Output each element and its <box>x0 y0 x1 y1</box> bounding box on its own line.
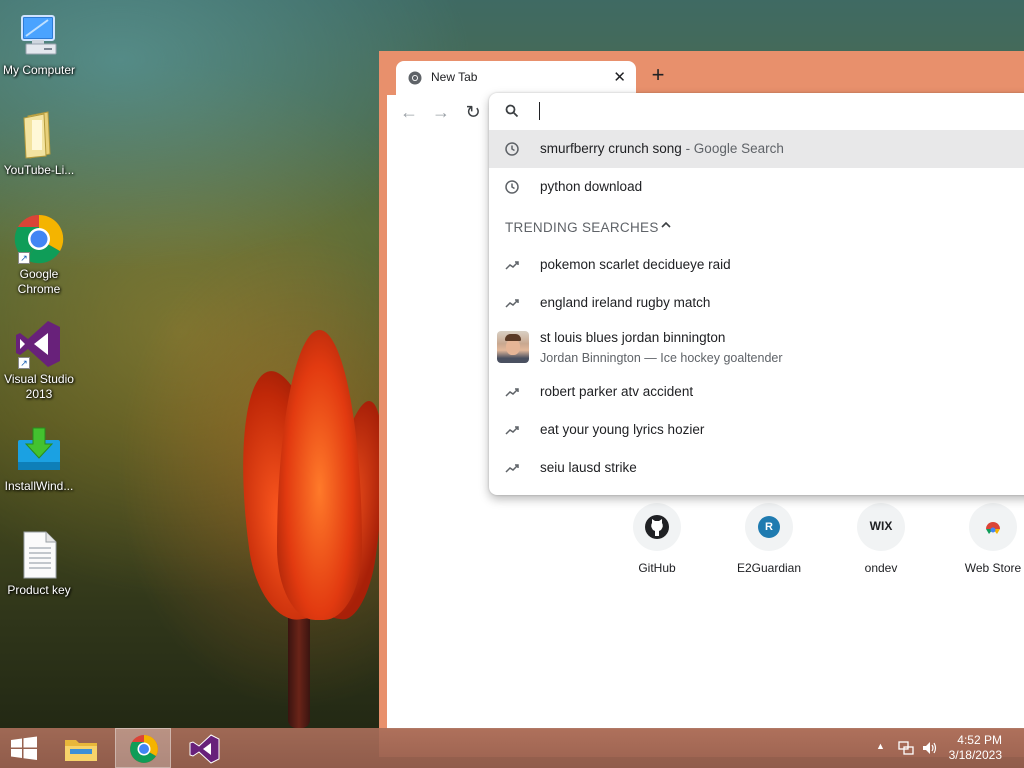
tab-new-tab[interactable]: New Tab ✕ <box>396 61 636 95</box>
forward-button[interactable]: → <box>431 103 451 121</box>
chrome-icon <box>116 735 172 768</box>
shortcut-web-store[interactable]: Web Store <box>943 503 1024 575</box>
suggestion-query: smurfberry crunch song <box>540 141 682 156</box>
suggestion-query: pokemon scarlet decidueye raid <box>540 257 731 272</box>
close-tab-icon[interactable]: ✕ <box>613 68 626 86</box>
desktop-icon-label: Visual Studio 2013 <box>4 372 74 401</box>
shortcut-label: E2Guardian <box>736 561 802 575</box>
tab-title: New Tab <box>431 70 478 84</box>
shortcut-arrow-icon: ↗ <box>18 252 30 264</box>
desktop-icon-label: Product key <box>7 583 71 597</box>
trending-searches-header: TRENDING SEARCHES <box>505 220 659 235</box>
file-explorer-icon <box>56 740 112 768</box>
reload-button[interactable]: ↻ <box>463 103 483 121</box>
shortcut-github[interactable]: GitHub <box>607 503 707 575</box>
back-button[interactable]: ← <box>399 103 419 121</box>
omnibox-history-suggestion[interactable]: python download <box>489 168 1024 206</box>
trending-entity-suggestion[interactable]: st louis blues jordan binnington Jordan … <box>489 325 1024 371</box>
network-icon[interactable] <box>898 740 914 768</box>
history-clock-icon <box>505 180 519 197</box>
shortcut-label: ondev <box>864 561 898 575</box>
entity-thumbnail <box>497 331 529 363</box>
history-clock-icon <box>505 142 519 159</box>
chevron-up-icon[interactable] <box>659 218 673 237</box>
desktop-icon-youtube-folder[interactable]: YouTube-Li... <box>0 110 81 178</box>
visual-studio-icon <box>177 734 233 768</box>
desktop-icon-install-windows[interactable]: InstallWind... <box>0 426 81 494</box>
shortcut-e2guardian[interactable]: R E2Guardian <box>719 503 819 575</box>
taskbar: ▲ 4:52 PM 3/18/2023 <box>0 728 1024 768</box>
omnibox-history-suggestion[interactable]: smurfberry crunch song - Google Search <box>489 130 1024 168</box>
shortcut-ondev[interactable]: WIX ondev <box>831 503 931 575</box>
text-file-icon <box>14 530 64 580</box>
download-icon <box>14 426 64 476</box>
trending-arrow-icon <box>505 296 519 313</box>
chrome-favicon-icon <box>408 71 422 85</box>
trending-suggestion[interactable]: pokemon scarlet decidueye raid <box>489 246 1024 284</box>
trending-suggestion[interactable]: robert parker atv accident <box>489 373 1024 411</box>
chrome-icon: ↗ <box>14 214 64 264</box>
entity-description: Jordan Binnington — Ice hockey goaltende… <box>540 351 783 365</box>
desktop-icon-label: InstallWind... <box>4 479 74 493</box>
taskbar-chrome[interactable] <box>115 728 171 768</box>
shortcut-label: Web Store <box>964 561 1022 575</box>
desktop-icon-label: Google Chrome <box>17 267 61 296</box>
desktop-icon-my-computer[interactable]: My Computer <box>0 10 81 78</box>
taskbar-visual-studio[interactable] <box>177 728 233 768</box>
trending-arrow-icon <box>505 461 519 478</box>
trending-suggestion[interactable]: eat your young lyrics hozier <box>489 411 1024 449</box>
github-icon <box>633 503 681 551</box>
tray-overflow-arrow[interactable]: ▲ <box>876 741 885 768</box>
web-store-icon <box>969 503 1017 551</box>
clock-date: 3/18/2023 <box>948 748 1002 762</box>
new-tab-button[interactable]: + <box>648 62 668 88</box>
trending-arrow-icon <box>505 385 519 402</box>
trending-suggestion[interactable]: seiu lausd strike <box>489 449 1024 487</box>
suggestion-query: python download <box>540 179 643 194</box>
desktop-icon-google-chrome[interactable]: ↗ Google Chrome <box>0 214 81 297</box>
volume-icon[interactable] <box>921 740 939 768</box>
suggestion-query: eat your young lyrics hozier <box>540 422 705 437</box>
omnibox-input[interactable] <box>489 93 1024 129</box>
e2guardian-icon: R <box>745 503 793 551</box>
visual-studio-icon: ↗ <box>14 319 64 369</box>
shortcut-label: GitHub <box>638 561 676 575</box>
omnibox-dropdown: smurfberry crunch song - Google Search p… <box>489 93 1024 495</box>
desktop-icon-product-key[interactable]: Product key <box>0 530 81 598</box>
suggestion-query: robert parker atv accident <box>540 384 694 399</box>
trending-suggestion[interactable]: england ireland rugby match <box>489 284 1024 322</box>
clock-time: 4:52 PM <box>957 733 1002 747</box>
search-icon <box>505 104 519 123</box>
folder-icon <box>14 110 64 160</box>
desktop-icon-visual-studio[interactable]: ↗ Visual Studio 2013 <box>0 319 81 402</box>
trending-arrow-icon <box>505 258 519 275</box>
desktop-icon-label: My Computer <box>2 63 76 77</box>
system-clock[interactable]: 4:52 PM 3/18/2023 <box>949 733 1002 763</box>
suggestion-query: seiu lausd strike <box>540 460 637 475</box>
trending-arrow-icon <box>505 423 519 440</box>
windows-logo-icon <box>0 736 56 768</box>
computer-icon <box>14 10 64 60</box>
taskbar-file-explorer[interactable] <box>56 728 112 768</box>
text-caret <box>539 102 540 120</box>
suggestion-source: - Google Search <box>681 141 784 156</box>
wallpaper-tulip <box>225 330 398 630</box>
shortcut-arrow-icon: ↗ <box>18 357 30 369</box>
suggestion-query: england ireland rugby match <box>540 295 711 310</box>
wix-icon: WIX <box>857 503 905 551</box>
desktop-icon-label: YouTube-Li... <box>3 163 75 177</box>
start-button[interactable] <box>0 728 56 768</box>
suggestion-query: st louis blues jordan binnington <box>540 330 726 345</box>
